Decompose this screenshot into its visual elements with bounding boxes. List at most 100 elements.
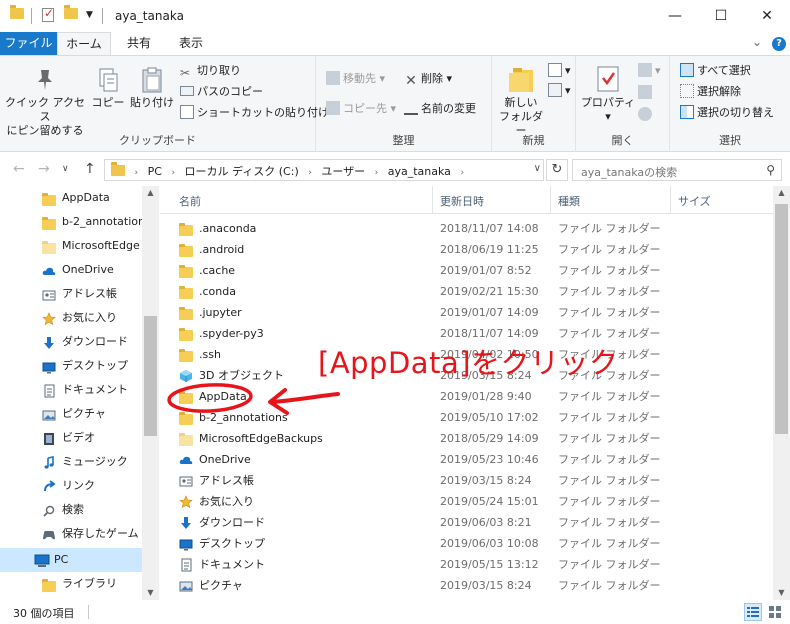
maximize-button[interactable]: ☐ [698, 0, 744, 32]
tab-file[interactable]: ファイル [0, 32, 57, 55]
large-icons-view-button[interactable] [766, 603, 784, 621]
nav-item[interactable]: 保存したゲーム [0, 522, 142, 546]
invert-selection-button[interactable]: 選択の切り替え [680, 104, 774, 122]
copy-button[interactable]: コピー [90, 66, 126, 110]
details-view-button[interactable] [744, 603, 762, 621]
delete-button[interactable]: ✕ 削除 ▾ [404, 70, 452, 89]
table-row[interactable]: ドキュメント 2019/05/15 13:12 ファイル フォルダー [160, 554, 773, 575]
open-button[interactable]: ▾ [638, 62, 661, 80]
table-row[interactable]: .cache 2019/01/07 8:52 ファイル フォルダー [160, 260, 773, 281]
address-dropdown-icon[interactable]: ∨ [534, 163, 541, 174]
nav-item[interactable]: 検索 [0, 498, 142, 522]
customize-quick-access-icon[interactable]: ▼ [86, 10, 93, 26]
nav-item[interactable]: お気に入り [0, 306, 142, 330]
nav-item[interactable]: AppData [0, 186, 142, 210]
new-item-button[interactable]: ▾ [548, 62, 571, 80]
tab-share[interactable]: 共有 [116, 32, 162, 55]
pin-quick-access-button[interactable]: クイック アクセス にピン留めする [4, 66, 86, 138]
table-row[interactable]: アドレス帳 2019/03/15 8:24 ファイル フォルダー [160, 470, 773, 491]
table-row[interactable]: .android 2018/06/19 11:25 ファイル フォルダー [160, 239, 773, 260]
scroll-up-icon[interactable]: ▲ [142, 188, 159, 197]
scroll-down-icon[interactable]: ▼ [773, 588, 790, 597]
recent-locations-icon[interactable]: ∨ [62, 164, 69, 174]
breadcrumb-user-folder[interactable]: aya_tanaka [388, 165, 451, 178]
folder-icon[interactable] [10, 5, 24, 24]
nav-item[interactable]: ピクチャ [0, 402, 142, 426]
breadcrumb-users[interactable]: ユーザー [321, 165, 365, 178]
scroll-up-icon[interactable]: ▲ [773, 188, 790, 197]
select-group: すべて選択 選択解除 選択の切り替え 選択 [670, 56, 790, 152]
paste-button[interactable]: 貼り付け [128, 66, 176, 110]
back-arrow-icon[interactable]: ← [13, 161, 25, 177]
column-name[interactable]: 名前 [179, 193, 201, 209]
nav-item[interactable]: ドキュメント [0, 378, 142, 402]
nav-item[interactable]: デスクトップ [0, 354, 142, 378]
folder-icon [179, 432, 193, 446]
nav-scrollbar[interactable]: ▲ ▼ [142, 186, 159, 600]
new-folder-quick-icon[interactable] [64, 5, 78, 24]
nav-item[interactable]: PC [0, 548, 142, 572]
new-folder-button[interactable]: 新しい フォルダー [494, 64, 548, 138]
history-button[interactable] [638, 106, 655, 124]
move-to-button[interactable]: 移動先 ▾ [326, 70, 385, 88]
nav-item[interactable]: リンク [0, 474, 142, 498]
select-all-button[interactable]: すべて選択 [680, 62, 751, 80]
copy-path-button[interactable]: パスのコピー [180, 83, 263, 101]
copy-to-button[interactable]: コピー先 ▾ [326, 100, 396, 118]
easy-access-button[interactable]: ▾ [548, 82, 571, 100]
edit-button[interactable] [638, 84, 655, 102]
close-button[interactable]: ✕ [744, 0, 790, 32]
help-icon[interactable]: ? [772, 36, 786, 51]
table-row[interactable]: MicrosoftEdgeBackups 2018/05/29 14:09 ファイル… [160, 428, 773, 449]
minimize-button[interactable]: — [652, 0, 698, 32]
properties-button[interactable]: プロパティ ▾ [580, 64, 636, 124]
search-input[interactable]: aya_tanakaの検索 ⚲ [572, 159, 782, 181]
table-row[interactable]: デスクトップ 2019/06/03 10:08 ファイル フォルダー [160, 533, 773, 554]
nav-item[interactable]: ライブラリ [0, 572, 142, 596]
nav-item[interactable]: ダウンロード [0, 330, 142, 354]
nav-item[interactable]: MicrosoftEdge [0, 234, 142, 258]
column-date[interactable]: 更新日時 [440, 193, 484, 209]
table-row[interactable]: .jupyter 2019/01/07 14:09 ファイル フォルダー [160, 302, 773, 323]
nav-item[interactable]: ビデオ [0, 426, 142, 450]
rename-button[interactable]: 名前の変更 [404, 100, 476, 118]
select-none-button[interactable]: 選択解除 [680, 83, 741, 101]
refresh-button[interactable]: ↻ [546, 159, 568, 181]
content-scroll-thumb[interactable] [775, 204, 788, 434]
folder-icon [42, 191, 56, 206]
address-bar[interactable]: › PC › ローカル ディスク (C:) › ユーザー › aya_tanak… [104, 159, 544, 181]
table-row[interactable]: OneDrive 2019/05/23 10:46 ファイル フォルダー [160, 449, 773, 470]
desktop-icon [42, 359, 56, 374]
nav-scroll-thumb[interactable] [144, 316, 157, 436]
properties-quick-icon[interactable] [42, 6, 54, 24]
column-size[interactable]: サイズ [678, 193, 711, 209]
nav-item[interactable]: b-2_annotation [0, 210, 145, 234]
column-type[interactable]: 種類 [558, 193, 580, 209]
breadcrumb-pc[interactable]: PC [148, 165, 162, 178]
folder-icon [179, 390, 193, 404]
table-row[interactable]: b-2_annotations 2019/05/10 17:02 ファイル フォルダ… [160, 407, 773, 428]
tab-view[interactable]: 表示 [168, 32, 214, 55]
nav-item[interactable]: ミュージック [0, 450, 142, 474]
up-arrow-icon[interactable]: ↑ [84, 161, 96, 177]
paste-shortcut-button[interactable]: ショートカットの貼り付け [180, 104, 329, 122]
table-row[interactable]: お気に入り 2019/05/24 15:01 ファイル フォルダー [160, 491, 773, 512]
contacts-icon [42, 287, 56, 301]
nav-item[interactable]: アドレス帳 [0, 282, 142, 306]
table-row[interactable]: AppData 2019/01/28 9:40 ファイル フォルダー [160, 386, 773, 407]
table-row[interactable]: ピクチャ 2019/03/15 8:24 ファイル フォルダー [160, 575, 773, 596]
table-row[interactable]: .conda 2019/02/21 15:30 ファイル フォルダー [160, 281, 773, 302]
folder-icon [42, 239, 56, 254]
breadcrumb-local-disk[interactable]: ローカル ディスク (C:) [185, 165, 299, 178]
table-row[interactable]: .anaconda 2018/11/07 14:08 ファイル フォルダー [160, 218, 773, 239]
chevron-down-icon[interactable]: ⌄ [752, 35, 762, 49]
content-scrollbar[interactable]: ▲ ▼ [773, 186, 790, 600]
folder-icon [179, 411, 193, 425]
table-row[interactable]: ダウンロード 2019/06/03 8:21 ファイル フォルダー [160, 512, 773, 533]
scroll-down-icon[interactable]: ▼ [142, 588, 159, 597]
nav-item[interactable]: OneDrive [0, 258, 142, 282]
cut-button[interactable]: ✂ 切り取り [180, 62, 241, 80]
tab-home[interactable]: ホーム [57, 32, 111, 55]
forward-arrow-icon[interactable]: → [38, 161, 50, 177]
invert-selection-icon [680, 105, 694, 119]
